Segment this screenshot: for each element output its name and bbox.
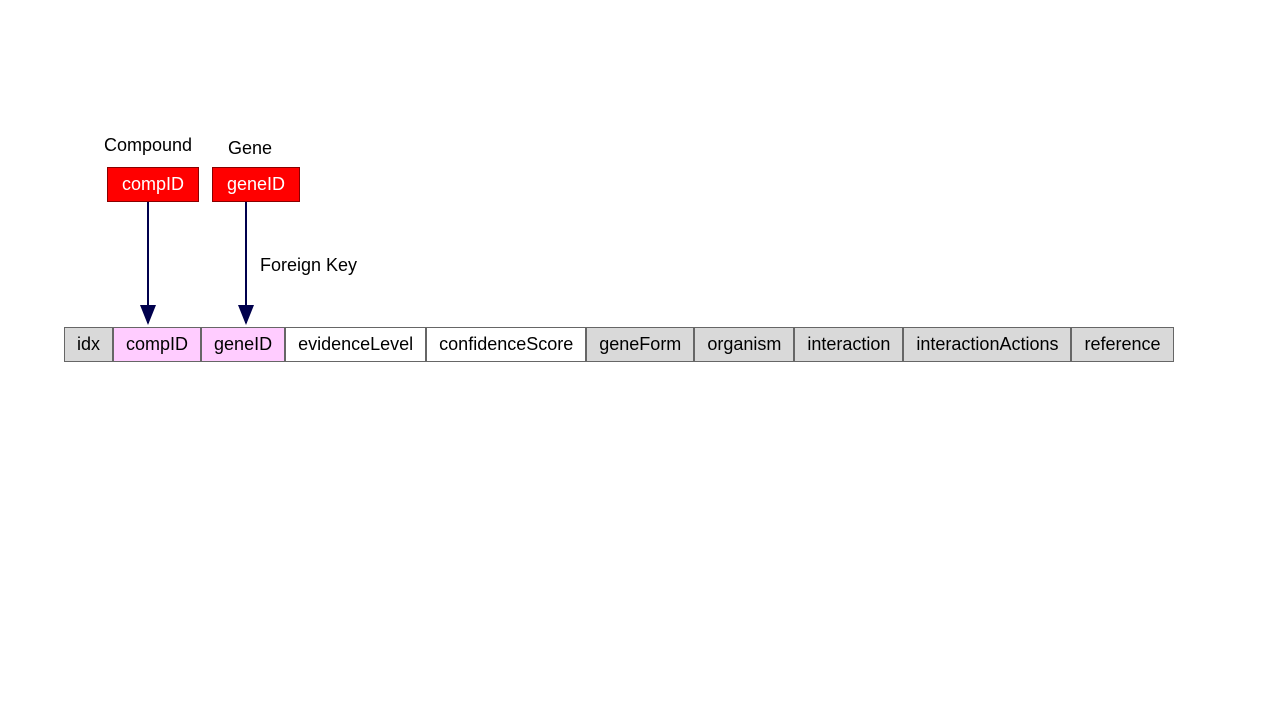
- schema-table: idxcompIDgeneIDevidenceLevelconfidenceSc…: [64, 327, 1174, 362]
- schema-column-geneid: geneID: [201, 327, 285, 362]
- schema-column-confidencescore: confidenceScore: [426, 327, 586, 362]
- schema-column-compid: compID: [113, 327, 201, 362]
- schema-column-reference: reference: [1071, 327, 1173, 362]
- gene-entity-label: Gene: [228, 138, 272, 159]
- foreign-key-label: Foreign Key: [260, 255, 357, 276]
- schema-column-interaction: interaction: [794, 327, 903, 362]
- schema-column-geneform: geneForm: [586, 327, 694, 362]
- gene-key-box: geneID: [212, 167, 300, 202]
- schema-column-evidencelevel: evidenceLevel: [285, 327, 426, 362]
- schema-column-idx: idx: [64, 327, 113, 362]
- schema-column-organism: organism: [694, 327, 794, 362]
- schema-column-interactionactions: interactionActions: [903, 327, 1071, 362]
- compound-key-box: compID: [107, 167, 199, 202]
- compound-entity-label: Compound: [104, 135, 192, 156]
